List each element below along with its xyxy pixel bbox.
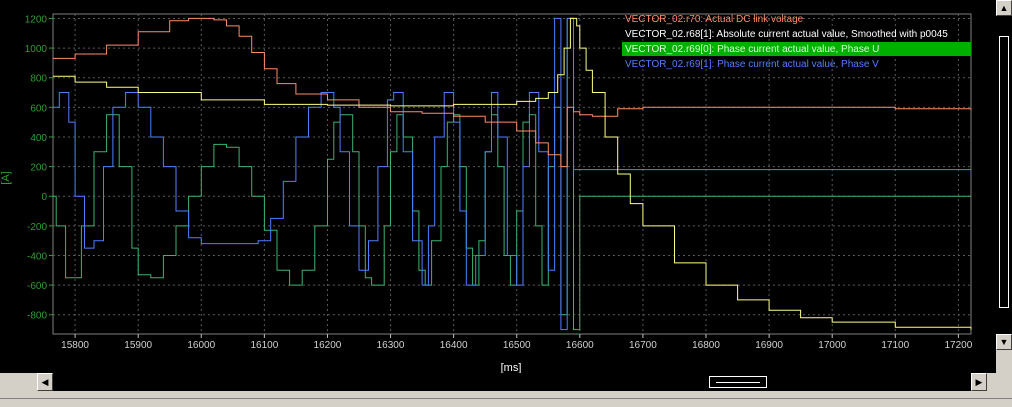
x-tick-label: 16100 — [250, 340, 278, 351]
scroll-left-icon[interactable]: ◀ — [37, 373, 53, 391]
y-tick-label: 600 — [30, 103, 47, 114]
scroll-up-icon[interactable]: ▲ — [996, 0, 1012, 16]
y-tick-label: -200 — [27, 222, 47, 233]
x-tick-label: 16800 — [692, 340, 720, 351]
x-tick-label: 16600 — [566, 340, 594, 351]
x-tick-label: 16200 — [314, 340, 342, 351]
x-tick-label: 17100 — [881, 340, 909, 351]
x-tick-label: 15800 — [61, 340, 89, 351]
legend-entry-0[interactable]: VECTOR_02.r70: Actual DC link voltage — [625, 14, 804, 25]
x-tick-label: 16300 — [377, 340, 405, 351]
y-tick-label: 200 — [30, 163, 47, 174]
legend-entry-1[interactable]: VECTOR_02.r68[1]: Absolute current actua… — [625, 29, 948, 40]
x-tick-label: 16700 — [629, 340, 657, 351]
y-tick-label: 0 — [41, 192, 47, 203]
vertical-scrollbar[interactable]: ▲ ▼ — [996, 0, 1012, 350]
legend-entry-3[interactable]: VECTOR_02.r69[1]: Phase current actual v… — [625, 59, 879, 70]
y-tick-label: 1200 — [25, 14, 48, 25]
scroll-right-icon[interactable]: ▶ — [971, 373, 987, 391]
chart: 15800 15900 16000 16100 16200 16300 16400 16500… — [0, 0, 996, 374]
horizontal-scroll-thumb[interactable] — [709, 376, 767, 388]
legend-entry-2[interactable]: VECTOR_02.r69[0]: Phase current actual v… — [625, 44, 879, 55]
y-axis-label: [A] — [0, 171, 12, 184]
x-tick-label: 16400 — [440, 340, 468, 351]
vertical-scroll-thumb[interactable] — [999, 36, 1009, 308]
x-tick-label: 17000 — [818, 340, 846, 351]
y-tick-label: 1000 — [25, 44, 48, 55]
horizontal-scrollbar[interactable]: ◀ ▶ — [37, 373, 987, 391]
x-tick-label: 16500 — [503, 340, 531, 351]
x-tick-label: 16000 — [187, 340, 215, 351]
y-tick-label: 800 — [30, 74, 47, 85]
y-tick-label: -600 — [27, 281, 47, 292]
y-tick-label: -800 — [27, 311, 47, 322]
y-tick-label: -400 — [27, 251, 47, 262]
x-tick-label: 15900 — [124, 340, 152, 351]
scroll-down-icon[interactable]: ▼ — [996, 334, 1012, 350]
x-tick-label: 16900 — [755, 340, 783, 351]
x-tick-label: 17200 — [944, 340, 972, 351]
y-tick-label: 400 — [30, 133, 47, 144]
